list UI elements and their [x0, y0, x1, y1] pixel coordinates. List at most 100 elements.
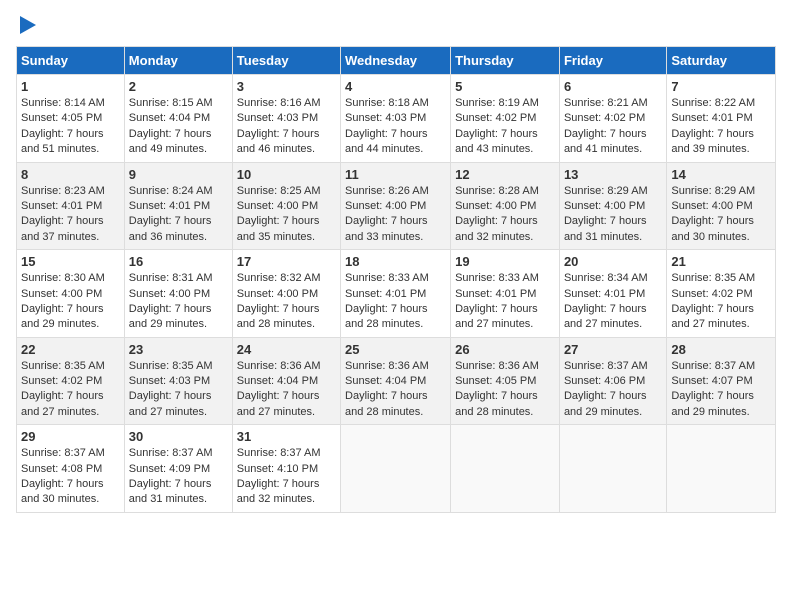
day-info: Sunrise: 8:16 AMSunset: 4:03 PMDaylight:… — [237, 96, 336, 158]
day-info: Sunrise: 8:36 AMSunset: 4:04 PMDaylight:… — [237, 359, 336, 421]
calendar-table: SundayMondayTuesdayWednesdayThursdayFrid… — [16, 46, 776, 513]
day-number: 31 — [237, 429, 336, 444]
header-saturday: Saturday — [667, 47, 776, 75]
day-info: Sunrise: 8:28 AMSunset: 4:00 PMDaylight:… — [455, 184, 555, 246]
day-info: Sunrise: 8:37 AMSunset: 4:10 PMDaylight:… — [237, 446, 336, 508]
day-number: 24 — [237, 342, 336, 357]
calendar-cell: 22 Sunrise: 8:35 AMSunset: 4:02 PMDaylig… — [17, 337, 125, 425]
week-row-3: 15 Sunrise: 8:30 AMSunset: 4:00 PMDaylig… — [17, 250, 776, 338]
calendar-cell: 11 Sunrise: 8:26 AMSunset: 4:00 PMDaylig… — [341, 162, 451, 250]
header-wednesday: Wednesday — [341, 47, 451, 75]
day-info: Sunrise: 8:37 AMSunset: 4:08 PMDaylight:… — [21, 446, 120, 508]
calendar-cell: 19 Sunrise: 8:33 AMSunset: 4:01 PMDaylig… — [451, 250, 560, 338]
day-info: Sunrise: 8:36 AMSunset: 4:05 PMDaylight:… — [455, 359, 555, 421]
day-number: 16 — [129, 254, 228, 269]
week-row-2: 8 Sunrise: 8:23 AMSunset: 4:01 PMDayligh… — [17, 162, 776, 250]
week-row-4: 22 Sunrise: 8:35 AMSunset: 4:02 PMDaylig… — [17, 337, 776, 425]
calendar-cell: 25 Sunrise: 8:36 AMSunset: 4:04 PMDaylig… — [341, 337, 451, 425]
day-number: 29 — [21, 429, 120, 444]
day-number: 6 — [564, 79, 662, 94]
day-info: Sunrise: 8:19 AMSunset: 4:02 PMDaylight:… — [455, 96, 555, 158]
day-info: Sunrise: 8:29 AMSunset: 4:00 PMDaylight:… — [671, 184, 771, 246]
calendar-header-row: SundayMondayTuesdayWednesdayThursdayFrid… — [17, 47, 776, 75]
day-number: 2 — [129, 79, 228, 94]
week-row-1: 1 Sunrise: 8:14 AMSunset: 4:05 PMDayligh… — [17, 75, 776, 163]
day-info: Sunrise: 8:33 AMSunset: 4:01 PMDaylight:… — [345, 271, 446, 333]
day-number: 18 — [345, 254, 446, 269]
calendar-cell: 28 Sunrise: 8:37 AMSunset: 4:07 PMDaylig… — [667, 337, 776, 425]
calendar-cell: 13 Sunrise: 8:29 AMSunset: 4:00 PMDaylig… — [559, 162, 666, 250]
calendar-cell: 16 Sunrise: 8:31 AMSunset: 4:00 PMDaylig… — [124, 250, 232, 338]
calendar-cell: 10 Sunrise: 8:25 AMSunset: 4:00 PMDaylig… — [232, 162, 340, 250]
calendar-cell: 18 Sunrise: 8:33 AMSunset: 4:01 PMDaylig… — [341, 250, 451, 338]
day-number: 19 — [455, 254, 555, 269]
day-number: 26 — [455, 342, 555, 357]
day-info: Sunrise: 8:32 AMSunset: 4:00 PMDaylight:… — [237, 271, 336, 333]
calendar-cell: 6 Sunrise: 8:21 AMSunset: 4:02 PMDayligh… — [559, 75, 666, 163]
day-number: 10 — [237, 167, 336, 182]
day-number: 8 — [21, 167, 120, 182]
day-info: Sunrise: 8:25 AMSunset: 4:00 PMDaylight:… — [237, 184, 336, 246]
calendar-cell: 23 Sunrise: 8:35 AMSunset: 4:03 PMDaylig… — [124, 337, 232, 425]
day-number: 9 — [129, 167, 228, 182]
calendar-cell: 24 Sunrise: 8:36 AMSunset: 4:04 PMDaylig… — [232, 337, 340, 425]
day-number: 13 — [564, 167, 662, 182]
calendar-cell — [667, 425, 776, 513]
calendar-cell: 27 Sunrise: 8:37 AMSunset: 4:06 PMDaylig… — [559, 337, 666, 425]
day-number: 21 — [671, 254, 771, 269]
calendar-cell: 5 Sunrise: 8:19 AMSunset: 4:02 PMDayligh… — [451, 75, 560, 163]
day-info: Sunrise: 8:15 AMSunset: 4:04 PMDaylight:… — [129, 96, 228, 158]
calendar-cell: 15 Sunrise: 8:30 AMSunset: 4:00 PMDaylig… — [17, 250, 125, 338]
day-info: Sunrise: 8:34 AMSunset: 4:01 PMDaylight:… — [564, 271, 662, 333]
day-number: 11 — [345, 167, 446, 182]
day-number: 25 — [345, 342, 446, 357]
calendar-cell: 14 Sunrise: 8:29 AMSunset: 4:00 PMDaylig… — [667, 162, 776, 250]
calendar-cell: 1 Sunrise: 8:14 AMSunset: 4:05 PMDayligh… — [17, 75, 125, 163]
logo-arrow-icon — [20, 16, 36, 34]
day-info: Sunrise: 8:33 AMSunset: 4:01 PMDaylight:… — [455, 271, 555, 333]
day-number: 15 — [21, 254, 120, 269]
day-number: 17 — [237, 254, 336, 269]
day-info: Sunrise: 8:37 AMSunset: 4:07 PMDaylight:… — [671, 359, 771, 421]
day-number: 12 — [455, 167, 555, 182]
calendar-cell: 29 Sunrise: 8:37 AMSunset: 4:08 PMDaylig… — [17, 425, 125, 513]
calendar-cell: 26 Sunrise: 8:36 AMSunset: 4:05 PMDaylig… — [451, 337, 560, 425]
day-info: Sunrise: 8:37 AMSunset: 4:09 PMDaylight:… — [129, 446, 228, 508]
day-number: 7 — [671, 79, 771, 94]
day-info: Sunrise: 8:31 AMSunset: 4:00 PMDaylight:… — [129, 271, 228, 333]
calendar-cell — [559, 425, 666, 513]
calendar-cell: 7 Sunrise: 8:22 AMSunset: 4:01 PMDayligh… — [667, 75, 776, 163]
day-info: Sunrise: 8:24 AMSunset: 4:01 PMDaylight:… — [129, 184, 228, 246]
day-number: 28 — [671, 342, 771, 357]
day-info: Sunrise: 8:35 AMSunset: 4:02 PMDaylight:… — [21, 359, 120, 421]
calendar-cell: 31 Sunrise: 8:37 AMSunset: 4:10 PMDaylig… — [232, 425, 340, 513]
day-info: Sunrise: 8:37 AMSunset: 4:06 PMDaylight:… — [564, 359, 662, 421]
calendar-cell: 8 Sunrise: 8:23 AMSunset: 4:01 PMDayligh… — [17, 162, 125, 250]
header-thursday: Thursday — [451, 47, 560, 75]
day-info: Sunrise: 8:35 AMSunset: 4:02 PMDaylight:… — [671, 271, 771, 333]
header-monday: Monday — [124, 47, 232, 75]
day-number: 27 — [564, 342, 662, 357]
logo — [16, 16, 36, 34]
day-number: 1 — [21, 79, 120, 94]
day-info: Sunrise: 8:22 AMSunset: 4:01 PMDaylight:… — [671, 96, 771, 158]
week-row-5: 29 Sunrise: 8:37 AMSunset: 4:08 PMDaylig… — [17, 425, 776, 513]
header-friday: Friday — [559, 47, 666, 75]
calendar-cell: 9 Sunrise: 8:24 AMSunset: 4:01 PMDayligh… — [124, 162, 232, 250]
header-sunday: Sunday — [17, 47, 125, 75]
day-number: 20 — [564, 254, 662, 269]
day-number: 23 — [129, 342, 228, 357]
day-number: 30 — [129, 429, 228, 444]
day-info: Sunrise: 8:18 AMSunset: 4:03 PMDaylight:… — [345, 96, 446, 158]
calendar-cell — [451, 425, 560, 513]
day-number: 5 — [455, 79, 555, 94]
calendar-cell — [341, 425, 451, 513]
calendar-cell: 4 Sunrise: 8:18 AMSunset: 4:03 PMDayligh… — [341, 75, 451, 163]
page-header — [16, 16, 776, 34]
calendar-cell: 3 Sunrise: 8:16 AMSunset: 4:03 PMDayligh… — [232, 75, 340, 163]
calendar-cell: 12 Sunrise: 8:28 AMSunset: 4:00 PMDaylig… — [451, 162, 560, 250]
header-tuesday: Tuesday — [232, 47, 340, 75]
day-info: Sunrise: 8:21 AMSunset: 4:02 PMDaylight:… — [564, 96, 662, 158]
day-info: Sunrise: 8:29 AMSunset: 4:00 PMDaylight:… — [564, 184, 662, 246]
calendar-cell: 20 Sunrise: 8:34 AMSunset: 4:01 PMDaylig… — [559, 250, 666, 338]
